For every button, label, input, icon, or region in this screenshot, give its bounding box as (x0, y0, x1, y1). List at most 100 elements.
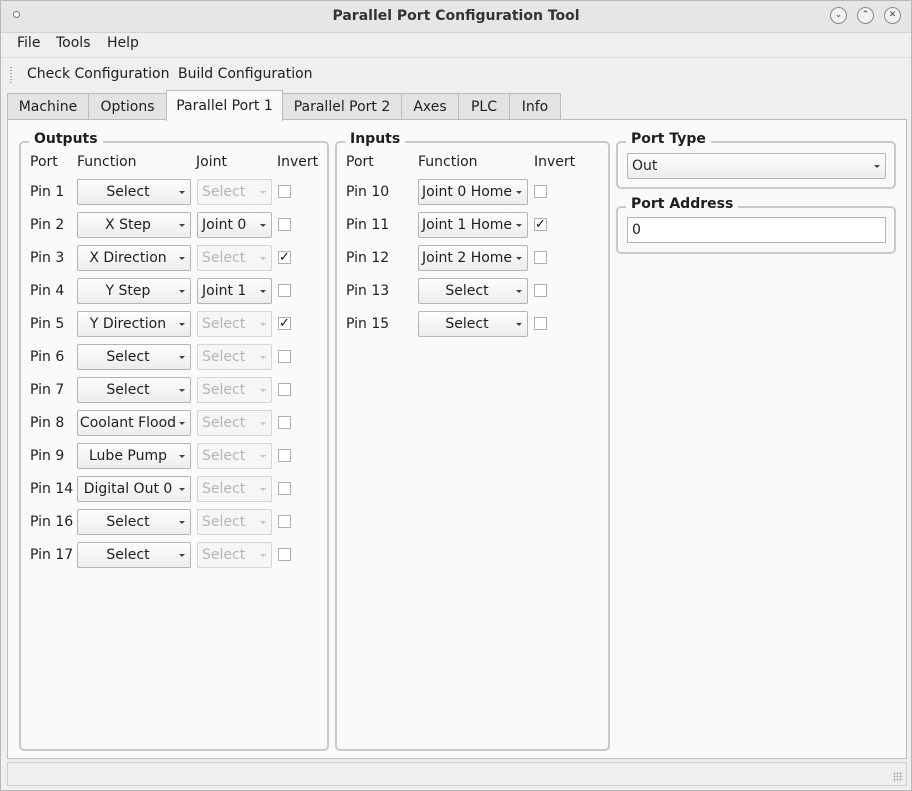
chevron-down-icon (260, 488, 266, 491)
input-function-select[interactable]: Joint 2 Home (418, 245, 528, 271)
tab-plc[interactable]: PLC (458, 93, 510, 120)
chevron-down-icon (179, 488, 185, 491)
output-function-select[interactable]: Coolant Flood (77, 410, 191, 436)
output-function-value: Lube Pump (89, 448, 167, 464)
input-invert-checkbox[interactable] (534, 251, 547, 264)
output-pin-label: Pin 16 (30, 514, 74, 530)
output-joint-select: Select (197, 476, 272, 502)
output-function-value: Coolant Flood (79, 415, 177, 431)
input-function-select[interactable]: Select (418, 311, 528, 337)
input-invert-checkbox[interactable]: ✓ (534, 218, 547, 231)
port-address-input[interactable]: 0 (627, 217, 886, 243)
output-joint-select: Select (197, 311, 272, 337)
output-invert-checkbox[interactable] (278, 416, 291, 429)
output-function-select[interactable]: Select (77, 509, 191, 535)
output-joint-value: Joint 1 (202, 283, 247, 299)
output-function-select[interactable]: Y Direction (77, 311, 191, 337)
outputs-joint-header: Joint (196, 154, 227, 170)
menu-help[interactable]: Help (107, 35, 139, 51)
output-function-value: X Step (105, 217, 151, 233)
output-joint-select[interactable]: Joint 0 (197, 212, 272, 238)
input-function-value: Select (445, 316, 489, 332)
output-function-select[interactable]: X Step (77, 212, 191, 238)
input-function-value: Select (445, 283, 489, 299)
output-joint-select[interactable]: Joint 1 (197, 278, 272, 304)
output-invert-checkbox[interactable] (278, 218, 291, 231)
app-window: Parallel Port Configuration Tool ⌄ ⌃ ✕ F… (0, 0, 912, 791)
port-type-title: Port Type (626, 131, 711, 147)
menu-tools[interactable]: Tools (56, 35, 91, 51)
outputs-port-header: Port (30, 154, 58, 170)
output-pin-label: Pin 14 (30, 481, 74, 497)
output-function-value: Select (106, 514, 150, 530)
input-function-select[interactable]: Joint 1 Home (418, 212, 528, 238)
status-bar (7, 762, 907, 786)
output-pin-label: Pin 4 (30, 283, 65, 299)
tab-info[interactable]: Info (509, 93, 561, 120)
output-function-select[interactable]: X Direction (77, 245, 191, 271)
input-pin-label: Pin 15 (346, 316, 390, 332)
inputs-title: Inputs (345, 131, 406, 147)
output-invert-checkbox[interactable]: ✓ (278, 251, 291, 264)
window-title: Parallel Port Configuration Tool (332, 8, 580, 24)
output-invert-checkbox[interactable] (278, 185, 291, 198)
port-type-select[interactable]: Out (627, 153, 886, 179)
chevron-down-icon (179, 356, 185, 359)
output-invert-checkbox[interactable] (278, 350, 291, 363)
output-pin-label: Pin 7 (30, 382, 65, 398)
chevron-down-icon (260, 389, 266, 392)
output-function-select[interactable]: Select (77, 344, 191, 370)
chevron-down-icon (516, 323, 522, 326)
maximize-icon[interactable]: ⌃ (857, 7, 874, 24)
chevron-down-icon (260, 356, 266, 359)
chevron-down-icon (179, 389, 185, 392)
chevron-down-icon (874, 165, 880, 168)
minimize-icon[interactable]: ⌄ (830, 7, 847, 24)
tab-machine[interactable]: Machine (7, 93, 89, 120)
input-function-select[interactable]: Select (418, 278, 528, 304)
output-function-select[interactable]: Select (77, 179, 191, 205)
chevron-down-icon (179, 257, 185, 260)
input-function-value: Joint 1 Home (421, 217, 513, 233)
output-joint-value: Select (202, 481, 246, 497)
inputs-group: Inputs Port Function Invert Pin 10 Joint … (335, 131, 610, 751)
output-invert-checkbox[interactable] (278, 482, 291, 495)
tab-parallel-port-1[interactable]: Parallel Port 1 (166, 90, 283, 121)
tab-axes[interactable]: Axes (401, 93, 459, 120)
chevron-down-icon (260, 257, 266, 260)
input-function-select[interactable]: Joint 0 Home (418, 179, 528, 205)
chevron-down-icon (516, 191, 522, 194)
output-joint-select: Select (197, 509, 272, 535)
output-function-select[interactable]: Y Step (77, 278, 191, 304)
output-invert-checkbox[interactable]: ✓ (278, 317, 291, 330)
input-invert-checkbox[interactable] (534, 284, 547, 297)
output-function-select[interactable]: Select (77, 542, 191, 568)
output-function-select[interactable]: Digital Out 0 (77, 476, 191, 502)
check-configuration-button[interactable]: Check Configuration (27, 66, 169, 82)
output-invert-checkbox[interactable] (278, 548, 291, 561)
resize-grip-icon[interactable] (893, 772, 903, 782)
output-joint-value: Select (202, 448, 246, 464)
tab-parallel-port-2[interactable]: Parallel Port 2 (282, 93, 402, 120)
output-function-select[interactable]: Lube Pump (77, 443, 191, 469)
close-icon[interactable]: ✕ (884, 7, 901, 24)
output-function-select[interactable]: Select (77, 377, 191, 403)
outputs-title: Outputs (29, 131, 103, 147)
output-invert-checkbox[interactable] (278, 515, 291, 528)
output-invert-checkbox[interactable] (278, 284, 291, 297)
input-invert-checkbox[interactable] (534, 317, 547, 330)
tab-options[interactable]: Options (88, 93, 167, 120)
output-invert-checkbox[interactable] (278, 383, 291, 396)
build-configuration-button[interactable]: Build Configuration (178, 66, 313, 82)
output-function-value: Select (106, 382, 150, 398)
output-joint-select: Select (197, 245, 272, 271)
output-invert-checkbox[interactable] (278, 449, 291, 462)
menu-file[interactable]: File (17, 35, 40, 51)
output-function-value: Y Direction (89, 316, 167, 332)
chevron-down-icon (260, 521, 266, 524)
toolbar-grip-icon[interactable] (9, 66, 13, 83)
input-invert-checkbox[interactable] (534, 185, 547, 198)
chevron-down-icon (260, 422, 266, 425)
chevron-down-icon (516, 290, 522, 293)
input-pin-label: Pin 12 (346, 250, 390, 266)
